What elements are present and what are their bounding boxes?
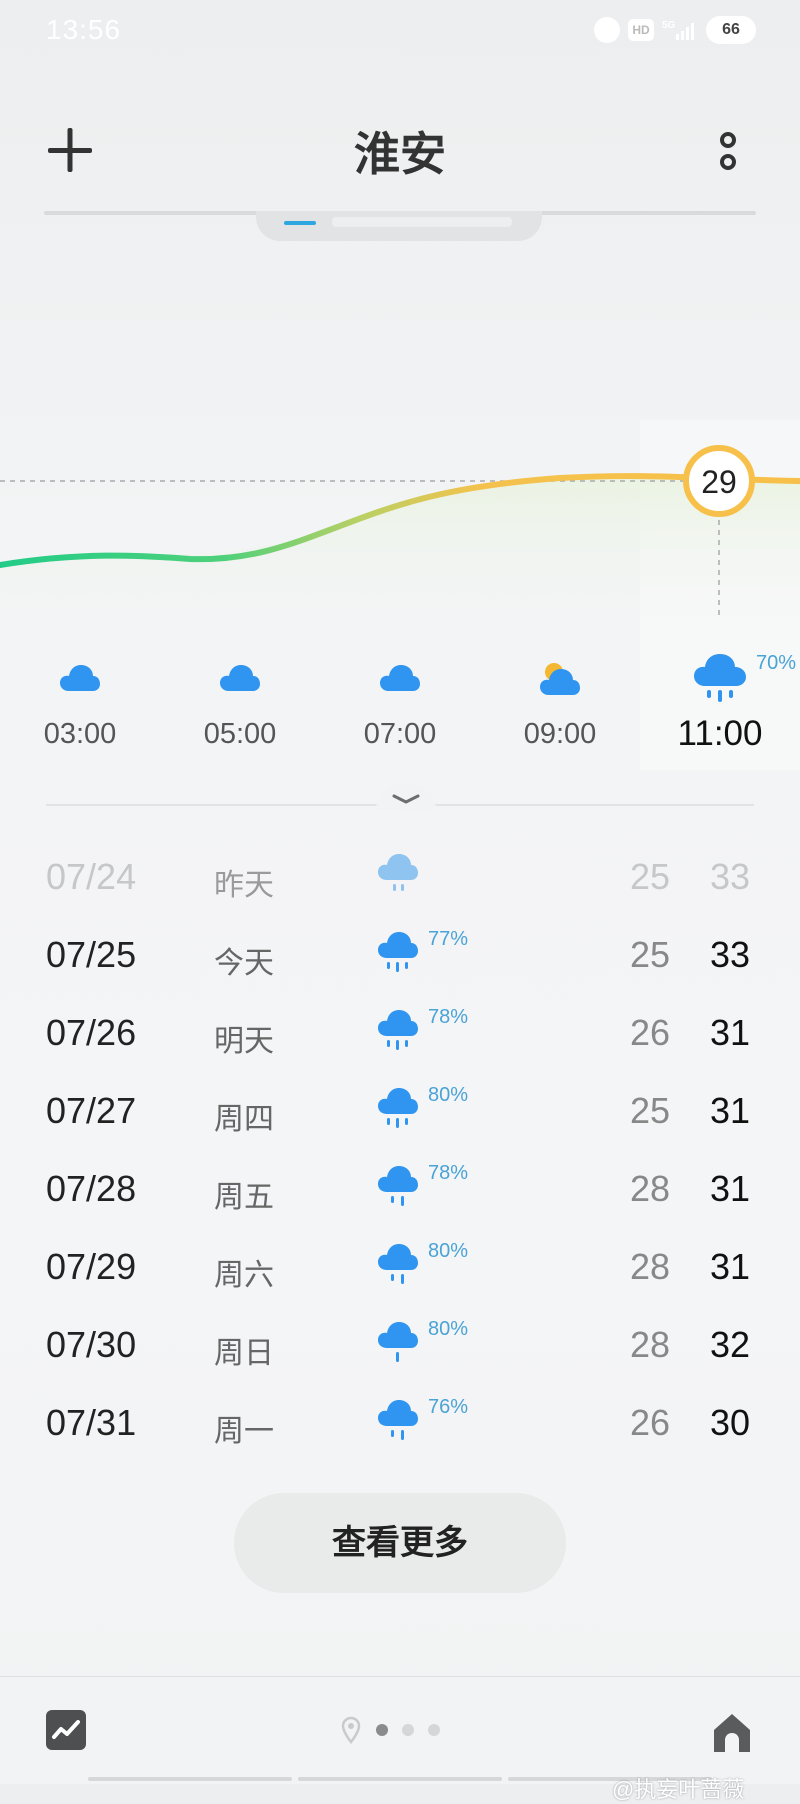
day-row[interactable]: 07/31 周一 76% 26 30 [0, 1388, 800, 1464]
rain-cloud-icon [378, 1010, 418, 1050]
precip-chance: 80% [428, 1318, 469, 1340]
day-high-temp: 30 [709, 1402, 751, 1443]
day-row[interactable]: 07/30 周日 80% 28 32 [0, 1310, 800, 1386]
hour-time: 09:00 [523, 718, 597, 750]
status-time: 13:56 [46, 14, 122, 45]
day-row[interactable]: 07/25 今天 77% 25 33 [0, 920, 800, 996]
header: 淮安 [0, 100, 800, 215]
precip-chance: 78% [428, 1006, 469, 1028]
day-date: 07/24 [46, 856, 137, 897]
see-more-button[interactable]: 查看更多 [234, 1493, 566, 1593]
day-weekday: 周四 [214, 1103, 274, 1136]
rain-cloud-icon [378, 1322, 418, 1362]
day-weekday: 周一 [214, 1415, 274, 1448]
status-icons: HD 5G 66 [594, 16, 756, 44]
day-row-yesterday[interactable]: 07/24 昨天 25 33 [0, 842, 800, 918]
cloud-icon [380, 665, 420, 691]
rain-cloud-icon [378, 854, 418, 891]
day-high-temp: 33 [709, 856, 751, 897]
day-high-temp: 31 [709, 1246, 751, 1287]
day-date: 07/29 [46, 1246, 137, 1287]
signal-icon: 5G [662, 18, 698, 42]
battery-icon: 66 [706, 16, 756, 44]
page-indicator [340, 1716, 440, 1744]
page-dot[interactable] [428, 1724, 440, 1736]
day-high-temp: 31 [709, 1012, 751, 1053]
status-bar: 13:56 HD 5G 66 [0, 0, 800, 64]
precip-chance: 77% [428, 928, 469, 950]
day-high-temp: 31 [709, 1168, 751, 1209]
svg-text:5G: 5G [662, 20, 676, 31]
day-date: 07/27 [46, 1090, 137, 1131]
day-low-temp: 28 [629, 1168, 671, 1209]
day-row[interactable]: 07/26 明天 78% 26 31 [0, 998, 800, 1074]
day-high-temp: 33 [709, 934, 751, 975]
rain-cloud-icon [378, 1166, 418, 1206]
chevron-down-icon [392, 794, 420, 804]
day-row[interactable]: 07/29 周六 80% 28 31 [0, 1232, 800, 1308]
collapse-divider [46, 784, 754, 814]
rain-cloud-icon [378, 1400, 418, 1440]
rain-cloud-icon [694, 654, 746, 702]
tab-pill[interactable] [256, 211, 542, 241]
day-low-temp: 28 [629, 1246, 671, 1287]
watermark: @执妄叶蔷薇 [612, 1777, 745, 1802]
precip-chance: 70% [756, 652, 797, 674]
hourly-forecast: 03:00 05:00 07:00 09:00 70% 11:00 [0, 640, 800, 770]
cloud-icon [60, 665, 100, 691]
tab-indicator [284, 221, 316, 225]
day-low-temp: 25 [629, 934, 671, 975]
temperature-curve: 29 [0, 445, 800, 630]
day-low-temp: 25 [629, 856, 671, 897]
alarm-icon [594, 17, 620, 43]
day-row[interactable]: 07/27 周四 80% 25 31 [0, 1076, 800, 1152]
location-pin-icon [341, 1716, 361, 1744]
precip-chance: 78% [428, 1162, 469, 1184]
rain-cloud-icon [378, 1088, 418, 1128]
rain-cloud-icon [378, 932, 418, 972]
page-dot[interactable] [402, 1724, 414, 1736]
day-low-temp: 26 [629, 1012, 671, 1053]
hour-time: 11:00 [677, 714, 763, 753]
precip-chance: 80% [428, 1240, 469, 1262]
day-date: 07/30 [46, 1324, 137, 1365]
day-date: 07/26 [46, 1012, 137, 1053]
trend-button[interactable] [46, 1710, 86, 1750]
day-weekday: 周六 [214, 1259, 274, 1292]
tab-pill-label [332, 217, 512, 227]
day-high-temp: 32 [709, 1324, 751, 1365]
rain-cloud-icon [378, 1244, 418, 1284]
cloud-icon [220, 665, 260, 691]
more-options-button[interactable] [700, 122, 756, 178]
hour-time: 07:00 [363, 718, 437, 750]
home-button[interactable] [708, 1708, 756, 1756]
day-weekday: 周日 [214, 1337, 274, 1370]
day-date: 07/28 [46, 1168, 137, 1209]
day-weekday: 昨天 [214, 869, 274, 902]
day-high-temp: 31 [709, 1090, 751, 1131]
day-date: 07/25 [46, 934, 137, 975]
day-weekday: 周五 [214, 1181, 274, 1214]
more-vertical-icon [720, 132, 736, 170]
bottom-divider [0, 1676, 800, 1677]
partly-cloudy-icon [540, 663, 580, 695]
current-temp-value: 29 [701, 464, 737, 500]
day-low-temp: 28 [629, 1324, 671, 1365]
day-weekday: 明天 [214, 1025, 274, 1058]
day-low-temp: 25 [629, 1090, 671, 1131]
trend-chart-icon [52, 1720, 80, 1739]
hd-icon: HD [628, 19, 654, 41]
page-dot-active[interactable] [376, 1724, 388, 1736]
hour-time: 05:00 [203, 718, 277, 750]
city-title: 淮安 [354, 128, 446, 180]
day-weekday: 今天 [214, 947, 274, 980]
home-icon [714, 1714, 750, 1752]
precip-chance: 80% [428, 1084, 469, 1106]
collapse-button[interactable] [376, 784, 436, 810]
day-date: 07/31 [46, 1402, 137, 1443]
hour-time: 03:00 [43, 718, 117, 750]
day-row[interactable]: 07/28 周五 78% 28 31 [0, 1154, 800, 1230]
day-low-temp: 26 [629, 1402, 671, 1443]
precip-chance: 76% [428, 1396, 469, 1418]
